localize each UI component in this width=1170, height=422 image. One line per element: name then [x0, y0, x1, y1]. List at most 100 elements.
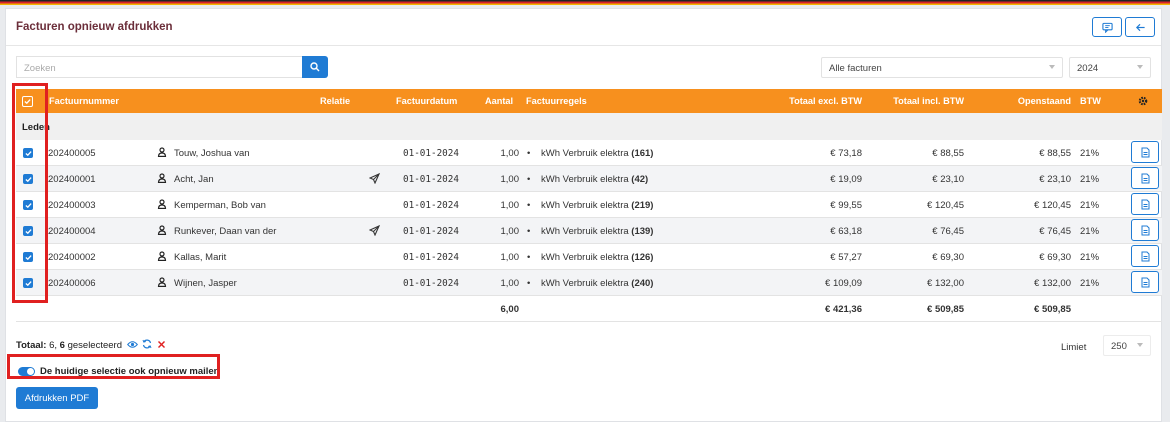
group-header: Leden — [16, 113, 1162, 140]
view-invoice-button[interactable] — [1131, 219, 1159, 241]
outstanding: € 120,45 — [1034, 200, 1071, 211]
view-invoice-button[interactable] — [1131, 271, 1159, 293]
outstanding: € 88,55 — [1039, 148, 1071, 159]
quantity: 1,00 — [500, 200, 520, 211]
invoice-date: 01-01-2024 — [403, 278, 459, 289]
page-title: Facturen opnieuw afdrukken — [16, 21, 173, 33]
col-invoice-date[interactable]: Factuurdatum — [396, 96, 457, 106]
user-icon — [157, 251, 167, 261]
invoice-date: 01-01-2024 — [403, 148, 459, 159]
invoice-date: 01-01-2024 — [403, 252, 459, 263]
gear-icon[interactable] — [1138, 96, 1148, 106]
search-button[interactable] — [302, 56, 328, 78]
close-icon[interactable] — [157, 340, 166, 349]
invoice-line: kWh Verbruik elektra (126) — [541, 252, 653, 263]
search-input[interactable]: Zoeken — [16, 56, 302, 78]
relation-name[interactable]: Kemperman, Bob van — [174, 200, 266, 211]
invoice-line: kWh Verbruik elektra (219) — [541, 200, 653, 211]
user-icon — [157, 199, 167, 209]
table-row[interactable]: 202400005 Touw, Joshua van 01-01-2024 1,… — [16, 140, 1162, 166]
user-icon — [157, 147, 167, 157]
invoice-line-qty: (240) — [631, 278, 654, 289]
col-invoice-lines[interactable]: Factuurregels — [526, 96, 587, 106]
bullet-icon: • — [527, 148, 531, 159]
selected-count: 6 — [59, 340, 65, 351]
year-value: 2024 — [1077, 63, 1099, 74]
invoice-number[interactable]: 202400004 — [48, 226, 96, 237]
table-row[interactable]: 202400006 Wijnen, Jasper 01-01-2024 1,00… — [16, 270, 1162, 296]
invoice-number[interactable]: 202400001 — [48, 174, 96, 185]
total-excl: € 19,09 — [830, 174, 862, 185]
invoice-date: 01-01-2024 — [403, 226, 459, 237]
limit-select[interactable]: 250 — [1103, 335, 1151, 356]
comment-button[interactable] — [1092, 17, 1122, 37]
outstanding: € 132,00 — [1034, 278, 1071, 289]
comment-icon — [1101, 22, 1113, 33]
table-row[interactable]: 202400002 Kallas, Marit 01-01-2024 1,00 … — [16, 244, 1162, 270]
total-excl: € 63,18 — [830, 226, 862, 237]
relation-name[interactable]: Wijnen, Jasper — [174, 278, 237, 289]
invoice-date: 01-01-2024 — [403, 174, 459, 185]
quantity: 1,00 — [500, 226, 520, 237]
vat: 21% — [1080, 174, 1100, 185]
relation-name[interactable]: Acht, Jan — [174, 174, 214, 185]
invoice-type-select[interactable]: Alle facturen — [821, 57, 1063, 78]
selected-label: geselecteerd — [67, 340, 122, 351]
invoice-line-text: kWh Verbruik elektra — [541, 226, 629, 237]
col-total-excl[interactable]: Totaal excl. BTW — [776, 96, 862, 106]
view-invoice-button[interactable] — [1131, 193, 1159, 215]
invoice-number[interactable]: 202400006 — [48, 278, 96, 289]
view-invoice-button[interactable] — [1131, 141, 1159, 163]
total-excl: € 99,55 — [830, 200, 862, 211]
invoice-number[interactable]: 202400005 — [48, 148, 96, 159]
col-relation[interactable]: Relatie — [320, 96, 350, 106]
limit-label: Limiet — [1061, 342, 1087, 353]
paper-plane-icon — [369, 225, 380, 236]
col-total-incl[interactable]: Totaal incl. BTW — [876, 96, 964, 106]
invoice-line-text: kWh Verbruik elektra — [541, 252, 629, 263]
total-excl: € 57,27 — [830, 252, 862, 263]
invoice-number[interactable]: 202400003 — [48, 200, 96, 211]
eye-icon[interactable] — [126, 340, 138, 349]
refresh-icon[interactable] — [142, 339, 152, 349]
year-select[interactable]: 2024 — [1069, 57, 1151, 78]
invoice-line-text: kWh Verbruik elektra — [541, 174, 629, 185]
mail-toggle-highlight — [7, 354, 220, 379]
outstanding: € 69,30 — [1039, 252, 1071, 263]
invoice-number[interactable]: 202400002 — [48, 252, 96, 263]
invoice-line-qty: (42) — [631, 174, 649, 185]
col-invoice-number[interactable]: Factuurnummer — [49, 96, 119, 106]
paper-plane-icon — [369, 173, 380, 184]
search-icon — [310, 62, 320, 72]
total-incl: € 76,45 — [932, 226, 964, 237]
quantity: 1,00 — [500, 252, 520, 263]
user-icon — [157, 173, 167, 183]
col-quantity[interactable]: Aantal — [485, 96, 513, 106]
print-pdf-button[interactable]: Afdrukken PDF — [16, 387, 98, 409]
col-outstanding[interactable]: Openstaand — [1006, 96, 1071, 106]
back-button[interactable] — [1125, 17, 1155, 37]
total-incl: € 23,10 — [932, 174, 964, 185]
table-row[interactable]: 202400003 Kemperman, Bob van 01-01-2024 … — [16, 192, 1162, 218]
view-invoice-button[interactable] — [1131, 167, 1159, 189]
bullet-icon: • — [527, 252, 531, 263]
invoice-line-qty: (126) — [631, 252, 654, 263]
relation-name[interactable]: Runkever, Daan van der — [174, 226, 276, 237]
vat: 21% — [1080, 226, 1100, 237]
invoice-date: 01-01-2024 — [403, 200, 459, 211]
table-row[interactable]: 202400004 Runkever, Daan van der 01-01-2… — [16, 218, 1162, 244]
invoice-line-text: kWh Verbruik elektra — [541, 148, 629, 159]
invoice-line-qty: (219) — [631, 200, 654, 211]
table-row[interactable]: 202400001 Acht, Jan 01-01-2024 1,00 • kW… — [16, 166, 1162, 192]
sum-total-incl: € 509,85 — [927, 304, 964, 315]
total-incl: € 88,55 — [932, 148, 964, 159]
header-divider — [6, 45, 1161, 46]
total-excl: € 73,18 — [830, 148, 862, 159]
relation-name[interactable]: Kallas, Marit — [174, 252, 226, 263]
relation-name[interactable]: Touw, Joshua van — [174, 148, 250, 159]
document-icon — [1141, 173, 1149, 183]
view-invoice-button[interactable] — [1131, 245, 1159, 267]
invoice-line: kWh Verbruik elektra (161) — [541, 148, 653, 159]
vat: 21% — [1080, 148, 1100, 159]
col-vat[interactable]: BTW — [1080, 96, 1101, 106]
